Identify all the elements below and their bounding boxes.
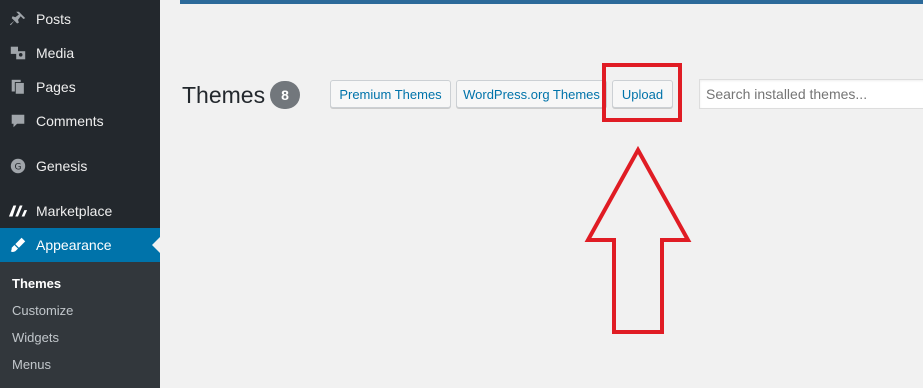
wordpress-org-themes-button[interactable]: WordPress.org Themes bbox=[456, 80, 607, 108]
genesis-icon: G bbox=[8, 156, 28, 176]
top-banner-edge bbox=[180, 0, 923, 4]
menu-appearance[interactable]: Appearance bbox=[0, 228, 160, 262]
marketplace-icon bbox=[8, 201, 28, 221]
search-installed-themes-input[interactable] bbox=[699, 79, 923, 109]
menu-media-label: Media bbox=[36, 45, 75, 61]
submenu-customize[interactable]: Customize bbox=[12, 303, 73, 318]
menu-comments[interactable]: Comments bbox=[0, 104, 160, 138]
submenu-themes[interactable]: Themes bbox=[12, 276, 61, 291]
annotation-highlight-box bbox=[602, 63, 682, 122]
pin-icon bbox=[8, 9, 28, 29]
appearance-submenu: Themes Customize Widgets Menus bbox=[0, 262, 160, 388]
menu-marketplace[interactable]: Marketplace bbox=[0, 194, 160, 228]
svg-text:G: G bbox=[15, 163, 22, 173]
theme-count-badge: 8 bbox=[270, 81, 300, 109]
submenu-menus[interactable]: Menus bbox=[12, 357, 51, 372]
menu-genesis[interactable]: G Genesis bbox=[0, 149, 160, 183]
comment-icon bbox=[8, 111, 28, 131]
page-title: Themes bbox=[182, 82, 266, 108]
pages-icon bbox=[8, 77, 28, 97]
menu-comments-label: Comments bbox=[36, 113, 104, 129]
menu-posts[interactable]: Posts bbox=[0, 2, 160, 36]
menu-pages[interactable]: Pages bbox=[0, 70, 160, 104]
menu-genesis-label: Genesis bbox=[36, 158, 88, 174]
admin-sidebar: Posts Media Pages Comments G Genesis Mar… bbox=[0, 0, 160, 388]
media-icon bbox=[8, 43, 28, 63]
submenu-widgets[interactable]: Widgets bbox=[12, 330, 59, 345]
menu-appearance-label: Appearance bbox=[36, 237, 112, 253]
menu-media[interactable]: Media bbox=[0, 36, 160, 70]
menu-posts-label: Posts bbox=[36, 11, 72, 27]
annotation-up-arrow-icon bbox=[584, 145, 692, 334]
menu-marketplace-label: Marketplace bbox=[36, 203, 113, 219]
premium-themes-button[interactable]: Premium Themes bbox=[330, 80, 451, 108]
paintbrush-icon bbox=[8, 235, 28, 255]
menu-pages-label: Pages bbox=[36, 79, 76, 95]
